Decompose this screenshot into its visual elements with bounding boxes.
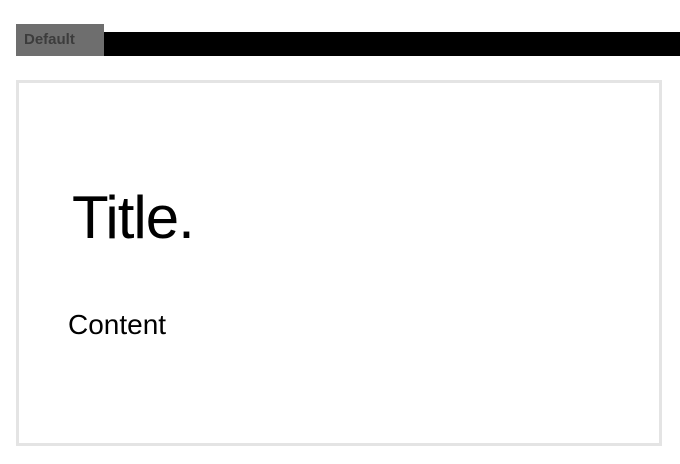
content-card: Title. Content bbox=[16, 80, 662, 446]
card-content: Content bbox=[68, 309, 167, 340]
card-title: Title. bbox=[72, 184, 195, 251]
header-tab-label: Default bbox=[16, 24, 104, 56]
header-bar bbox=[16, 32, 680, 56]
